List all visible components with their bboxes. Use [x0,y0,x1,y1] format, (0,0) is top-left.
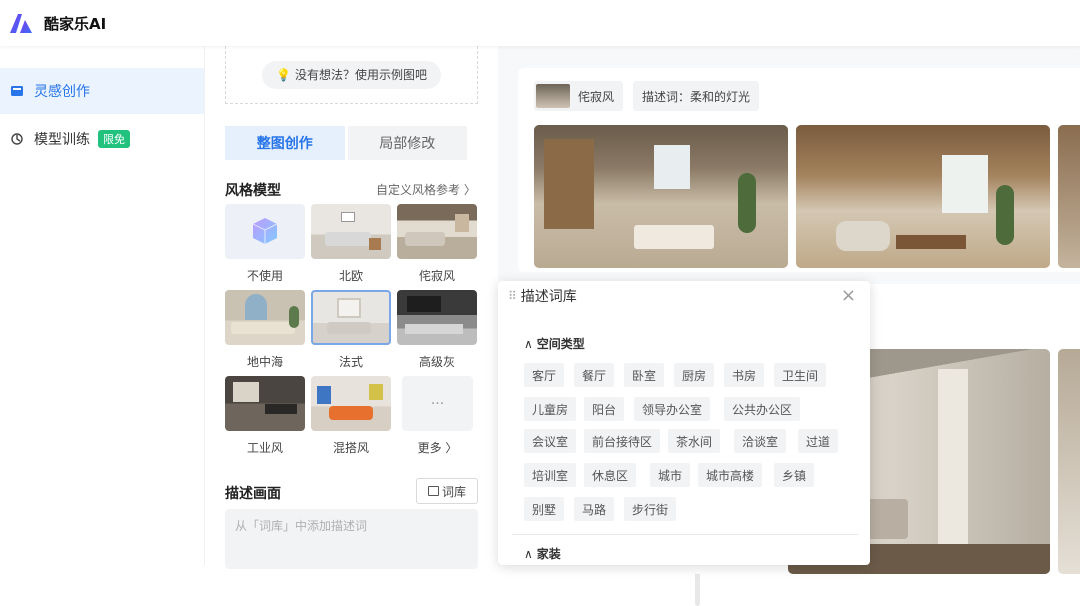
word-tag[interactable]: 乡镇 [774,463,815,487]
sidebar: 灵感创作 模型训练 限免 [0,46,205,565]
sidebar-item-label: 模型训练 [34,132,90,148]
word-tag[interactable]: 领导办公室 [634,397,711,421]
style-card-none[interactable]: 不使用 [225,204,305,284]
popup-title: 描述词库 [520,289,577,305]
chevron-up-icon: ∧ [524,337,533,351]
style-label: 北欧 [338,269,363,283]
word-tag[interactable]: 阳台 [584,397,625,421]
divider [512,534,858,535]
style-card-more[interactable]: ··· 更多 〉 [402,376,473,456]
lightbulb-icon: 💡 [276,67,291,82]
word-library-popup: ⠿ 描述词库 × ∧ 空间类型 客厅 餐厅 卧室 厨房 书房 卫生间儿童房 阳台 领导办公室 公共… [498,281,870,565]
sidebar-item-inspiration[interactable]: 灵感创作 [0,68,204,114]
word-library-button[interactable]: 词库 [416,478,478,504]
word-tag[interactable]: 厨房 [674,363,715,387]
word-tag[interactable]: 马路 [574,497,615,521]
result-image-2[interactable] [796,125,1050,268]
free-badge: 限免 [98,130,130,148]
style-label: 侘寂风 [418,269,455,283]
style-card-mediterranean[interactable]: 地中海 [225,290,305,370]
description-input[interactable]: 从「词库」中添加描述词 [225,509,478,569]
word-tag[interactable]: 儿童房 [524,397,577,421]
tab-partial-edit[interactable]: 局部修改 [347,126,467,160]
model-icon [11,133,23,145]
tab-full-image[interactable]: 整图创作 [225,126,345,160]
mode-tabs: 整图创作 局部修改 [225,126,467,160]
sidebar-item-label: 灵感创作 [34,84,90,100]
word-tag[interactable]: 洽谈室 [734,429,787,453]
style-card-eclectic[interactable]: 混搭风 [311,376,391,456]
style-label: 更多 〉 [417,441,458,455]
style-card-premium-gray[interactable]: 高级灰 [397,290,477,370]
close-icon[interactable]: × [841,285,856,306]
category-home-decor[interactable]: ∧ 家装 [524,545,561,562]
more-dots-icon: ··· [402,376,473,431]
style-card-industrial[interactable]: 工业风 [225,376,305,456]
style-label: 法式 [338,355,363,369]
drag-handle-icon[interactable]: ⠿ [508,289,517,303]
word-tag[interactable]: 卧室 [624,363,665,387]
style-label: 工业风 [246,441,283,455]
brand-name: 酷家乐AI [44,14,107,33]
word-tag[interactable]: 前台接待区 [584,429,661,453]
cube-icon [252,218,278,244]
word-tag[interactable]: 步行街 [624,497,677,521]
word-tag[interactable]: 过道 [798,429,839,453]
word-tag[interactable]: 会议室 [524,429,577,453]
sidebar-item-model-training[interactable]: 模型训练 限免 [0,116,204,162]
word-tag[interactable]: 别墅 [524,497,565,521]
style-label: 地中海 [246,355,283,369]
word-tag[interactable]: 培训室 [524,463,577,487]
style-chip: 侘寂风 [534,81,624,111]
popup-header[interactable]: ⠿ 描述词库 [498,281,870,311]
describe-section-title: 描述画面 [225,486,281,502]
word-tag[interactable]: 城市高楼 [698,463,763,487]
example-dropzone: 💡 没有想法？使用示例图吧 [225,46,478,104]
category-space-type[interactable]: ∧ 空间类型 [524,335,585,352]
style-card-french[interactable]: 法式 [311,290,391,370]
style-card-nordic[interactable]: 北欧 [311,204,391,284]
word-tag[interactable]: 茶水间 [668,429,721,453]
word-tag[interactable]: 公共办公区 [724,397,801,421]
style-card-wabi-sabi[interactable]: 侘寂风 [397,204,477,284]
word-tag[interactable]: 城市 [650,463,691,487]
custom-style-link[interactable]: 自定义风格参考 〉 [376,181,476,198]
image-icon [11,86,23,96]
result-card: 侘寂风 描述词：柔和的灯光 [518,68,1080,272]
logo-icon [10,14,32,33]
book-icon [427,486,439,496]
chevron-up-icon: ∧ [524,547,533,561]
prompt-chip: 描述词：柔和的灯光 [633,81,760,111]
style-label: 高级灰 [418,355,455,369]
word-tag[interactable]: 卫生间 [774,363,827,387]
word-tag[interactable]: 书房 [724,363,765,387]
result-image-1[interactable] [534,125,788,268]
top-bar: 酷家乐AI [0,0,1080,46]
style-label: 不使用 [246,269,283,283]
creation-panel: 💡 没有想法？使用示例图吧 整图创作 局部修改 风格模型 自定义风格参考 〉 不… [205,46,700,606]
result-image-3[interactable] [1058,125,1080,268]
word-tag[interactable]: 休息区 [584,463,637,487]
style-thumb [536,84,570,108]
style-label: 混搭风 [332,441,369,455]
result-image-5[interactable] [1058,349,1080,574]
word-tag[interactable]: 客厅 [524,363,565,387]
style-section-title: 风格模型 [225,183,281,199]
word-tag[interactable]: 餐厅 [574,363,615,387]
use-example-button[interactable]: 💡 没有想法？使用示例图吧 [262,60,441,89]
